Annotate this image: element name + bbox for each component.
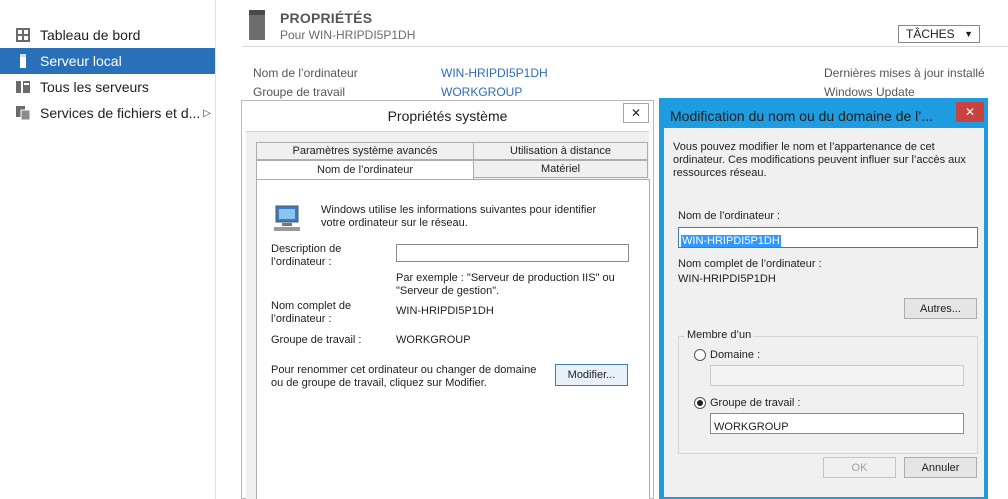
dialog-title: Modification du nom ou du domaine de l’.… xyxy=(670,108,934,124)
server-icon xyxy=(15,53,31,69)
sidebar-item-label: Tous les serveurs xyxy=(40,79,149,95)
workgroup-input-value: WORKGROUP xyxy=(714,421,789,433)
domain-input[interactable] xyxy=(710,365,964,386)
servers-icon xyxy=(15,79,31,95)
page-title: PROPRIÉTÉS xyxy=(280,10,373,26)
close-button[interactable]: ✕ xyxy=(956,102,984,122)
dashboard-icon xyxy=(15,27,31,43)
full-name-value: WIN-HRIPDI5P1DH xyxy=(396,305,494,317)
sidebar-item-label: Serveur local xyxy=(40,53,122,69)
cancel-button[interactable]: Annuler xyxy=(904,457,977,478)
computer-name-input[interactable]: WIN-HRIPDI5P1DH xyxy=(678,227,978,248)
modify-button[interactable]: Modifier... xyxy=(555,364,628,386)
intro-text: Windows utilise les informations suivant… xyxy=(321,204,597,229)
workgroup-link[interactable]: WORKGROUP xyxy=(441,85,522,99)
expand-arrow-icon[interactable]: ▷ xyxy=(203,108,211,119)
tasks-label: TÂCHES xyxy=(906,27,955,41)
page-subtitle: Pour WIN-HRIPDI5P1DH xyxy=(280,28,416,42)
membership-group: Membre d’un Domaine : Groupe de travail … xyxy=(678,329,978,454)
workgroup-label: Groupe de travail xyxy=(253,85,346,99)
computer-network-icon xyxy=(272,202,302,236)
tab-panel-computer-name: Windows utilise les informations suivant… xyxy=(256,179,650,499)
dialog-title: Propriétés système xyxy=(387,108,508,124)
file-services-icon xyxy=(15,105,31,121)
close-icon: ✕ xyxy=(964,105,976,119)
header-divider xyxy=(242,46,1008,47)
chevron-down-icon: ▼ xyxy=(964,29,973,39)
tab-hardware[interactable]: Matériel xyxy=(473,160,648,178)
computer-name-input-value: WIN-HRIPDI5P1DH xyxy=(681,235,781,247)
domain-radio[interactable] xyxy=(694,349,706,361)
full-name-value: WIN-HRIPDI5P1DH xyxy=(678,273,776,285)
computer-name-label: Nom de l’ordinateur xyxy=(253,66,358,80)
sidebar-item-local-server[interactable]: Serveur local xyxy=(0,48,215,74)
workgroup-radio[interactable] xyxy=(694,397,706,409)
rename-dialog: Modification du nom ou du domaine de l’.… xyxy=(659,98,988,499)
workgroup-value: WORKGROUP xyxy=(396,334,471,346)
description-input[interactable] xyxy=(396,244,629,262)
dialog-titlebar[interactable]: Propriétés système ✕ xyxy=(242,101,653,131)
ok-button[interactable]: OK xyxy=(823,457,896,478)
membership-legend: Membre d’un xyxy=(685,329,754,341)
windows-update-label: Windows Update xyxy=(824,85,915,99)
sidebar-item-file-services[interactable]: Services de fichiers et d... ▷ xyxy=(0,100,215,126)
full-name-label: Nom complet de l’ordinateur : xyxy=(678,258,822,270)
computer-name-label: Nom de l’ordinateur : xyxy=(678,210,781,222)
domain-label: Domaine : xyxy=(710,349,761,361)
sidebar: Tableau de bord Serveur local Tous les s… xyxy=(0,0,216,499)
workgroup-input[interactable]: WORKGROUP xyxy=(710,413,964,434)
computer-name-link[interactable]: WIN-HRIPDI5P1DH xyxy=(441,66,548,80)
sidebar-item-label: Tableau de bord xyxy=(40,27,141,43)
dialog-body: Paramètres système avancés Utilisation à… xyxy=(246,131,650,499)
sidebar-item-all-servers[interactable]: Tous les serveurs xyxy=(0,74,215,100)
example-text: Par exemple : "Serveur de production IIS… xyxy=(396,272,615,297)
tasks-button[interactable]: TÂCHES ▼ xyxy=(898,25,980,43)
workgroup-label: Groupe de travail : xyxy=(271,334,362,346)
last-updates-label: Dernières mises à jour installé xyxy=(824,66,985,80)
dialog-titlebar[interactable]: Modification du nom ou du domaine de l’.… xyxy=(659,98,988,128)
sidebar-item-dashboard[interactable]: Tableau de bord xyxy=(0,22,215,48)
workgroup-label: Groupe de travail : xyxy=(710,397,801,409)
close-icon: ✕ xyxy=(630,106,642,120)
dialog-body: Vous pouvez modifier le nom et l’apparte… xyxy=(664,128,984,497)
description-label: Description de l’ordinateur : xyxy=(271,243,342,268)
rename-instructions: Pour renommer cet ordinateur ou changer … xyxy=(271,364,537,389)
system-properties-dialog: Propriétés système ✕ Paramètres système … xyxy=(241,100,654,499)
more-button[interactable]: Autres... xyxy=(904,298,977,319)
properties-icon xyxy=(249,10,265,40)
intro-text: Vous pouvez modifier le nom et l’apparte… xyxy=(673,141,966,179)
tab-computer-name[interactable]: Nom de l’ordinateur xyxy=(256,160,474,179)
close-button[interactable]: ✕ xyxy=(623,103,649,123)
sidebar-item-label: Services de fichiers et d... xyxy=(40,105,201,121)
tab-remote-usage[interactable]: Utilisation à distance xyxy=(473,142,648,160)
full-name-label: Nom complet de l’ordinateur : xyxy=(271,300,352,325)
tab-advanced-settings[interactable]: Paramètres système avancés xyxy=(256,142,474,160)
